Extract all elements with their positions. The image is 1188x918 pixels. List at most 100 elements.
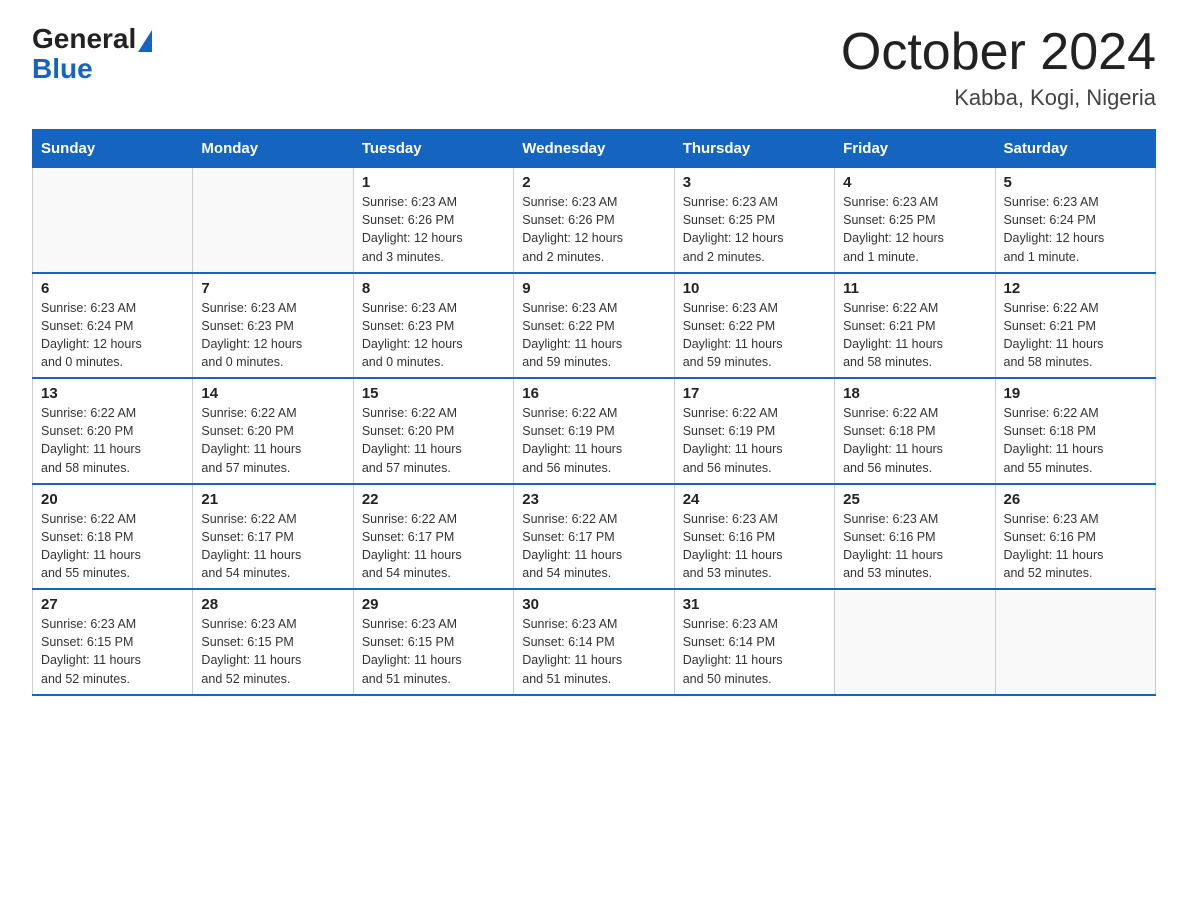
day-number: 9 bbox=[522, 280, 665, 297]
cell-w1-d2: 1 Sunrise: 6:23 AM Sunset: 6:26 PM Daylig… bbox=[353, 168, 513, 273]
logo-text-general: General bbox=[32, 23, 136, 54]
day-info: Sunrise: 6:22 AM Sunset: 6:18 PM Dayligh… bbox=[1004, 404, 1147, 477]
cell-w5-d5 bbox=[835, 589, 995, 695]
day-number: 11 bbox=[843, 280, 986, 297]
cell-w5-d4: 31Sunrise: 6:23 AM Sunset: 6:14 PM Dayli… bbox=[674, 589, 834, 695]
day-number: 7 bbox=[201, 280, 344, 297]
day-info: Sunrise: 6:23 AM Sunset: 6:25 PM Dayligh… bbox=[683, 193, 826, 266]
cell-w5-d2: 29 Sunrise: 6:23 AM Sunset: 6:15 PM Dayli… bbox=[353, 589, 513, 695]
day-info: Sunrise: 6:23 AM Sunset: 6:23 PM Dayligh… bbox=[362, 299, 505, 372]
day-info: Sunrise: 6:23 AM Sunset: 6:16 PM Dayligh… bbox=[683, 510, 826, 583]
title-area: October 2024 Kabba, Kogi, Nigeria bbox=[841, 24, 1156, 111]
cell-w3-d2: 15 Sunrise: 6:22 AM Sunset: 6:20 PM Dayli… bbox=[353, 378, 513, 484]
day-info: Sunrise: 6:23 AM Sunset: 6:15 PM Dayligh… bbox=[201, 615, 344, 688]
cell-w4-d5: 25 Sunrise: 6:23 AM Sunset: 6:16 PM Dayli… bbox=[835, 484, 995, 590]
day-number: 28 bbox=[201, 596, 344, 613]
day-number: 27 bbox=[41, 596, 184, 613]
calendar-table: SundayMondayTuesdayWednesdayThursdayFrid… bbox=[32, 129, 1156, 696]
logo: General Blue bbox=[32, 24, 153, 83]
cell-w4-d0: 20Sunrise: 6:22 AM Sunset: 6:18 PM Dayli… bbox=[33, 484, 193, 590]
cell-w3-d4: 17 Sunrise: 6:22 AM Sunset: 6:19 PM Dayli… bbox=[674, 378, 834, 484]
cell-w4-d6: 26 Sunrise: 6:23 AM Sunset: 6:16 PM Dayli… bbox=[995, 484, 1155, 590]
day-number: 1 bbox=[362, 174, 505, 191]
day-info: Sunrise: 6:23 AM Sunset: 6:22 PM Dayligh… bbox=[522, 299, 665, 372]
cell-w3-d3: 16 Sunrise: 6:22 AM Sunset: 6:19 PM Dayli… bbox=[514, 378, 674, 484]
day-info: Sunrise: 6:22 AM Sunset: 6:19 PM Dayligh… bbox=[683, 404, 826, 477]
cell-w2-d3: 9 Sunrise: 6:23 AM Sunset: 6:22 PM Daylig… bbox=[514, 273, 674, 379]
day-info: Sunrise: 6:23 AM Sunset: 6:25 PM Dayligh… bbox=[843, 193, 986, 266]
cell-w1-d5: 4 Sunrise: 6:23 AM Sunset: 6:25 PM Daylig… bbox=[835, 168, 995, 273]
day-info: Sunrise: 6:23 AM Sunset: 6:24 PM Dayligh… bbox=[41, 299, 184, 372]
cell-w2-d2: 8Sunrise: 6:23 AM Sunset: 6:23 PM Daylig… bbox=[353, 273, 513, 379]
header-monday: Monday bbox=[193, 130, 353, 168]
cell-w4-d1: 21 Sunrise: 6:22 AM Sunset: 6:17 PM Dayli… bbox=[193, 484, 353, 590]
page-header: General Blue October 2024 Kabba, Kogi, N… bbox=[32, 24, 1156, 111]
day-info: Sunrise: 6:22 AM Sunset: 6:17 PM Dayligh… bbox=[201, 510, 344, 583]
cell-w4-d2: 22 Sunrise: 6:22 AM Sunset: 6:17 PM Dayli… bbox=[353, 484, 513, 590]
day-number: 6 bbox=[41, 280, 184, 297]
day-number: 24 bbox=[683, 491, 826, 508]
day-info: Sunrise: 6:23 AM Sunset: 6:26 PM Dayligh… bbox=[362, 193, 505, 266]
day-number: 30 bbox=[522, 596, 665, 613]
day-number: 26 bbox=[1004, 491, 1147, 508]
header-thursday: Thursday bbox=[674, 130, 834, 168]
header-tuesday: Tuesday bbox=[353, 130, 513, 168]
day-info: Sunrise: 6:22 AM Sunset: 6:17 PM Dayligh… bbox=[522, 510, 665, 583]
day-number: 16 bbox=[522, 385, 665, 402]
day-number: 5 bbox=[1004, 174, 1147, 191]
page-title: October 2024 bbox=[841, 24, 1156, 81]
day-info: Sunrise: 6:23 AM Sunset: 6:16 PM Dayligh… bbox=[843, 510, 986, 583]
cell-w5-d1: 28 Sunrise: 6:23 AM Sunset: 6:15 PM Dayli… bbox=[193, 589, 353, 695]
week-row-4: 20Sunrise: 6:22 AM Sunset: 6:18 PM Dayli… bbox=[33, 484, 1156, 590]
day-number: 31 bbox=[683, 596, 826, 613]
day-info: Sunrise: 6:22 AM Sunset: 6:18 PM Dayligh… bbox=[843, 404, 986, 477]
day-number: 12 bbox=[1004, 280, 1147, 297]
cell-w4-d3: 23 Sunrise: 6:22 AM Sunset: 6:17 PM Dayli… bbox=[514, 484, 674, 590]
day-info: Sunrise: 6:23 AM Sunset: 6:23 PM Dayligh… bbox=[201, 299, 344, 372]
day-info: Sunrise: 6:22 AM Sunset: 6:21 PM Dayligh… bbox=[1004, 299, 1147, 372]
day-number: 4 bbox=[843, 174, 986, 191]
header-wednesday: Wednesday bbox=[514, 130, 674, 168]
cell-w5-d3: 30Sunrise: 6:23 AM Sunset: 6:14 PM Dayli… bbox=[514, 589, 674, 695]
cell-w3-d1: 14Sunrise: 6:22 AM Sunset: 6:20 PM Dayli… bbox=[193, 378, 353, 484]
day-number: 22 bbox=[362, 491, 505, 508]
cell-w1-d4: 3Sunrise: 6:23 AM Sunset: 6:25 PM Daylig… bbox=[674, 168, 834, 273]
cell-w1-d6: 5 Sunrise: 6:23 AM Sunset: 6:24 PM Daylig… bbox=[995, 168, 1155, 273]
calendar-header-row: SundayMondayTuesdayWednesdayThursdayFrid… bbox=[33, 130, 1156, 168]
week-row-1: 1 Sunrise: 6:23 AM Sunset: 6:26 PM Daylig… bbox=[33, 168, 1156, 273]
cell-w3-d0: 13Sunrise: 6:22 AM Sunset: 6:20 PM Dayli… bbox=[33, 378, 193, 484]
page-subtitle: Kabba, Kogi, Nigeria bbox=[841, 85, 1156, 111]
header-friday: Friday bbox=[835, 130, 995, 168]
day-number: 14 bbox=[201, 385, 344, 402]
day-number: 18 bbox=[843, 385, 986, 402]
day-number: 17 bbox=[683, 385, 826, 402]
logo-arrow-icon bbox=[138, 30, 152, 52]
day-number: 15 bbox=[362, 385, 505, 402]
day-info: Sunrise: 6:23 AM Sunset: 6:24 PM Dayligh… bbox=[1004, 193, 1147, 266]
day-number: 2 bbox=[522, 174, 665, 191]
day-number: 21 bbox=[201, 491, 344, 508]
day-number: 19 bbox=[1004, 385, 1147, 402]
header-sunday: Sunday bbox=[33, 130, 193, 168]
day-number: 20 bbox=[41, 491, 184, 508]
day-info: Sunrise: 6:23 AM Sunset: 6:16 PM Dayligh… bbox=[1004, 510, 1147, 583]
day-number: 29 bbox=[362, 596, 505, 613]
day-number: 23 bbox=[522, 491, 665, 508]
day-info: Sunrise: 6:22 AM Sunset: 6:17 PM Dayligh… bbox=[362, 510, 505, 583]
week-row-2: 6 Sunrise: 6:23 AM Sunset: 6:24 PM Daylig… bbox=[33, 273, 1156, 379]
day-info: Sunrise: 6:23 AM Sunset: 6:15 PM Dayligh… bbox=[362, 615, 505, 688]
day-number: 10 bbox=[683, 280, 826, 297]
logo-text-blue: Blue bbox=[32, 53, 93, 84]
cell-w2-d5: 11Sunrise: 6:22 AM Sunset: 6:21 PM Dayli… bbox=[835, 273, 995, 379]
day-info: Sunrise: 6:23 AM Sunset: 6:15 PM Dayligh… bbox=[41, 615, 184, 688]
cell-w3-d5: 18 Sunrise: 6:22 AM Sunset: 6:18 PM Dayli… bbox=[835, 378, 995, 484]
day-info: Sunrise: 6:22 AM Sunset: 6:19 PM Dayligh… bbox=[522, 404, 665, 477]
header-saturday: Saturday bbox=[995, 130, 1155, 168]
day-number: 25 bbox=[843, 491, 986, 508]
day-info: Sunrise: 6:23 AM Sunset: 6:22 PM Dayligh… bbox=[683, 299, 826, 372]
cell-w1-d3: 2 Sunrise: 6:23 AM Sunset: 6:26 PM Daylig… bbox=[514, 168, 674, 273]
day-number: 13 bbox=[41, 385, 184, 402]
day-info: Sunrise: 6:22 AM Sunset: 6:20 PM Dayligh… bbox=[362, 404, 505, 477]
cell-w5-d0: 27 Sunrise: 6:23 AM Sunset: 6:15 PM Dayli… bbox=[33, 589, 193, 695]
day-info: Sunrise: 6:23 AM Sunset: 6:26 PM Dayligh… bbox=[522, 193, 665, 266]
